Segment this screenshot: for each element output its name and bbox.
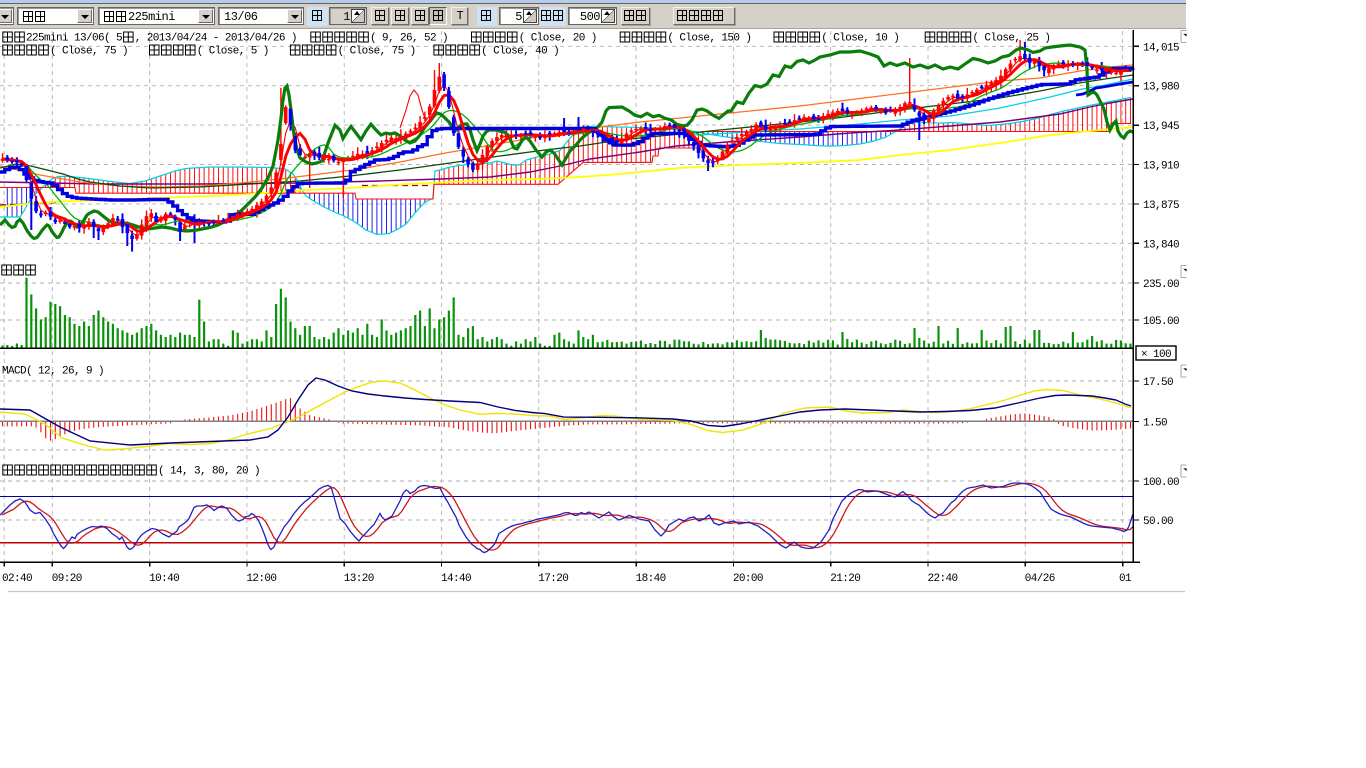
- svg-text:( Close, 10 ): ( Close, 10 ): [821, 33, 899, 45]
- svg-text:20:00: 20:00: [733, 573, 763, 585]
- svg-text:( 14, 3, 80, 20 ): ( 14, 3, 80, 20 ): [158, 466, 260, 478]
- svg-text:, 2013/04/24 - 2013/04/26 ): , 2013/04/24 - 2013/04/26 ): [135, 33, 297, 45]
- svg-text:( Close, 40 ): ( Close, 40 ): [481, 46, 559, 58]
- svg-text:( 9, 26, 52 ): ( 9, 26, 52 ): [370, 33, 448, 45]
- svg-text:( Close, 5 ): ( Close, 5 ): [197, 46, 269, 58]
- svg-text:22:40: 22:40: [928, 573, 958, 585]
- svg-text:235.00: 235.00: [1143, 279, 1179, 291]
- svg-text:50.00: 50.00: [1143, 516, 1173, 528]
- svg-text:105.00: 105.00: [1143, 316, 1179, 328]
- svg-text:13,910: 13,910: [1143, 161, 1179, 173]
- svg-text:21:20: 21:20: [830, 573, 860, 585]
- svg-text:( Close, 75 ): ( Close, 75 ): [50, 46, 128, 58]
- svg-text:13:20: 13:20: [344, 573, 374, 585]
- svg-text:10:40: 10:40: [149, 573, 179, 585]
- svg-text:( Close, 25 ): ( Close, 25 ): [972, 33, 1050, 45]
- svg-text:13,840: 13,840: [1143, 239, 1179, 251]
- svg-text:12:00: 12:00: [246, 573, 276, 585]
- svg-text:13,980: 13,980: [1143, 82, 1179, 94]
- svg-text:09:20: 09:20: [52, 573, 82, 585]
- svg-text:13,945: 13,945: [1143, 121, 1179, 133]
- svg-text:225mini 13/06( 5: 225mini 13/06( 5: [26, 33, 122, 45]
- svg-text:MACD( 12, 26, 9 ): MACD( 12, 26, 9 ): [2, 366, 104, 378]
- svg-text:17:20: 17:20: [538, 573, 568, 585]
- svg-text:14:40: 14:40: [441, 573, 471, 585]
- svg-text:100.00: 100.00: [1143, 477, 1179, 489]
- svg-text:01: 01: [1119, 573, 1132, 585]
- svg-text:02:40: 02:40: [2, 573, 32, 585]
- svg-text:( Close, 20 ): ( Close, 20 ): [519, 33, 597, 45]
- svg-text:13,875: 13,875: [1143, 200, 1179, 212]
- svg-text:04/26: 04/26: [1025, 573, 1055, 585]
- svg-text:14,015: 14,015: [1143, 42, 1179, 54]
- svg-text:( Close, 75 ): ( Close, 75 ): [338, 46, 416, 58]
- svg-text:17.50: 17.50: [1143, 377, 1173, 389]
- svg-text:18:40: 18:40: [636, 573, 666, 585]
- svg-text:1.50: 1.50: [1143, 417, 1167, 429]
- svg-text:( Close, 150 ): ( Close, 150 ): [667, 33, 751, 45]
- svg-text:× 100: × 100: [1141, 349, 1171, 361]
